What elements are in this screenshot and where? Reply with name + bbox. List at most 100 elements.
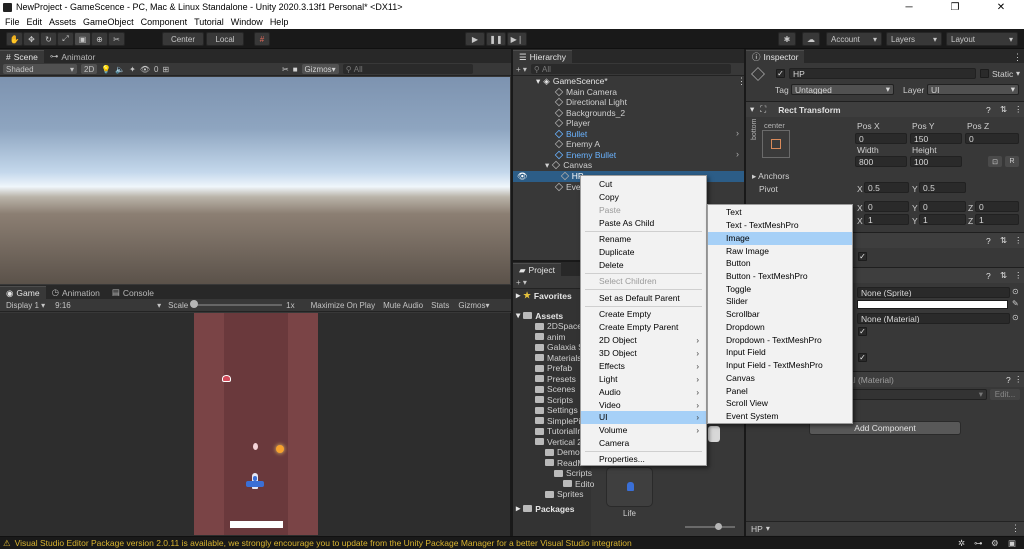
expand-icon[interactable]: ▸ [516, 290, 520, 301]
step-button[interactable]: ▶❘ [507, 32, 527, 46]
submenu-item-dropdown[interactable]: Dropdown [708, 321, 852, 334]
cull-transparent-checkbox[interactable]: ✓ [858, 252, 867, 261]
hierarchy-item-main-camera[interactable]: Main Camera [554, 87, 617, 98]
submenu-item-raw-image[interactable]: Raw Image [708, 245, 852, 258]
scene-more-icon[interactable]: ⋮ [737, 76, 746, 87]
help-icon[interactable]: ? [1006, 375, 1011, 385]
menu-file[interactable]: File [5, 17, 20, 27]
scene-root[interactable]: ▾ ◈ GameScence* [536, 76, 608, 87]
menu-tutorial[interactable]: Tutorial [194, 17, 224, 27]
visibility-icon[interactable]: 👁 [140, 65, 150, 74]
maximize-button[interactable]: ❐ [932, 0, 978, 15]
scene-search-input[interactable]: ⚲ All [342, 64, 473, 74]
assets-section[interactable]: ▾ Assets [516, 310, 563, 321]
create-plus-icon[interactable]: + ▾ [516, 65, 527, 74]
hierarchy-item-enemy-a[interactable]: Enemy A [554, 139, 600, 150]
debug-icon[interactable]: ⚙ [991, 538, 999, 549]
menu-item-set-default-parent[interactable]: Set as Default Parent [581, 292, 706, 305]
menu-assets[interactable]: Assets [49, 17, 76, 27]
scene-viewport[interactable] [0, 77, 510, 284]
play-button[interactable]: ▶ [465, 32, 485, 46]
menu-item-properties[interactable]: Properties... [581, 453, 706, 466]
layout-dropdown[interactable]: Layout ▾ [946, 32, 1018, 46]
maskable-checkbox[interactable]: ✓ [858, 353, 867, 362]
more-icon[interactable]: ⋮ [1014, 235, 1023, 246]
submenu-item-scroll-view[interactable]: Scroll View [708, 397, 852, 410]
folder-item[interactable]: SimplePi [535, 416, 581, 426]
help-icon[interactable]: ? [986, 236, 991, 246]
cache-icon[interactable]: ▣ [1008, 538, 1016, 549]
more-icon[interactable]: ⋮ [1014, 270, 1023, 281]
rotation-x-field[interactable]: 0 [864, 201, 909, 212]
expand-icon[interactable]: ▾ [516, 310, 520, 321]
scale-y-field[interactable]: 1 [919, 214, 966, 225]
folder-item[interactable]: Settings [535, 405, 578, 415]
menu-item-select-children[interactable]: Select Children [581, 275, 706, 288]
submenu-item-text-tmp[interactable]: Text - TextMeshPro [708, 219, 852, 232]
folder-item[interactable]: Sprites [545, 489, 583, 499]
raycast-target-checkbox[interactable]: ✓ [858, 327, 867, 336]
menu-item-copy[interactable]: Copy [581, 191, 706, 204]
layer-dropdown[interactable]: UI ▾ [927, 84, 1019, 95]
submenu-item-input-field[interactable]: Input Field [708, 346, 852, 359]
settings-icon[interactable]: ⇅ [1000, 270, 1007, 281]
menu-item-duplicate[interactable]: Duplicate [581, 246, 706, 259]
effects-icon[interactable]: ✦ [129, 65, 136, 74]
folder-item[interactable]: anim [535, 332, 565, 342]
menu-item-3d-object[interactable]: 3D Object › [581, 347, 706, 360]
folder-item[interactable]: Edito [563, 479, 594, 489]
active-checkbox[interactable]: ✓ [776, 69, 785, 78]
mode-2d-toggle[interactable]: 2D [81, 64, 98, 74]
menu-item-create-empty[interactable]: Create Empty [581, 308, 706, 321]
chevron-down-icon[interactable]: ▾ [1016, 69, 1020, 78]
game-gizmos-dropdown[interactable]: Gizmos ▾ [455, 300, 492, 310]
scale-z-field[interactable]: 1 [975, 214, 1019, 225]
tab-animator[interactable]: ⊶ Animator [44, 50, 102, 63]
account-dropdown[interactable]: Account ▾ [826, 32, 882, 46]
menu-item-ui[interactable]: UI › [581, 411, 706, 424]
grid-icon[interactable]: ⊞ [162, 65, 169, 74]
chevron-down-icon[interactable]: ▾ [766, 524, 770, 533]
menu-item-2d-object[interactable]: 2D Object › [581, 334, 706, 347]
more-icon[interactable]: ⋮ [1011, 523, 1020, 534]
expand-icon[interactable]: ▾ [536, 76, 540, 87]
thumbnail-slider-thumb[interactable] [715, 523, 722, 530]
chevron-right-icon[interactable]: › [736, 149, 739, 159]
object-picker-icon[interactable]: ⊙ [1012, 287, 1019, 296]
layers-dropdown[interactable]: Layers ▾ [886, 32, 942, 46]
hierarchy-item-player[interactable]: Player [554, 118, 590, 129]
visibility-icon[interactable]: 👁 [517, 171, 528, 182]
expand-icon[interactable]: ▾ [750, 104, 754, 115]
hierarchy-item-enemy-bullet[interactable]: Enemy Bullet [554, 150, 616, 161]
pivot-x-field[interactable]: 0.5 [864, 182, 909, 193]
thumbnail-size-slider[interactable] [685, 523, 735, 530]
folder-item[interactable]: TutorialIn [535, 426, 582, 436]
object-picker-icon[interactable]: ⊙ [1012, 313, 1019, 322]
collab-icon[interactable]: ✱ [778, 32, 796, 46]
static-checkbox[interactable] [980, 69, 989, 78]
submenu-item-canvas[interactable]: Canvas [708, 372, 852, 385]
hand-tool-icon[interactable]: ✋ [6, 32, 23, 46]
asset-thumbnail-partial[interactable] [708, 426, 720, 442]
menu-item-create-empty-parent[interactable]: Create Empty Parent [581, 321, 706, 334]
color-swatch[interactable] [857, 300, 1008, 309]
pos-z-field[interactable]: 0 [965, 133, 1019, 144]
pivot-center-button[interactable]: Center [162, 32, 204, 46]
folder-item[interactable]: Galaxia S [535, 342, 584, 352]
tab-game[interactable]: ◉ Game [0, 286, 46, 299]
inspector-more-icon[interactable]: ⋮ [1013, 52, 1022, 63]
folder-item[interactable]: Scripts [535, 395, 573, 405]
hierarchy-item-hp[interactable]: 👁 HP [517, 171, 584, 182]
raw-edit-button[interactable]: R [1005, 156, 1019, 167]
tab-console[interactable]: ▤ Console [106, 286, 160, 299]
pivot-y-field[interactable]: 0.5 [919, 182, 966, 193]
scale-slider[interactable] [190, 300, 283, 308]
material-field[interactable]: None (Material) [857, 313, 1010, 324]
submenu-item-button[interactable]: Button [708, 257, 852, 270]
submenu-item-scrollbar[interactable]: Scrollbar [708, 308, 852, 321]
eyedropper-icon[interactable]: ✎ [1012, 299, 1019, 308]
audio-icon[interactable]: 🔈 [115, 65, 125, 74]
submenu-item-dropdown-tmp[interactable]: Dropdown - TextMeshPro [708, 334, 852, 347]
settings-icon[interactable]: ⇅ [1000, 104, 1007, 115]
packages-section[interactable]: ▸ Packages [516, 503, 575, 514]
